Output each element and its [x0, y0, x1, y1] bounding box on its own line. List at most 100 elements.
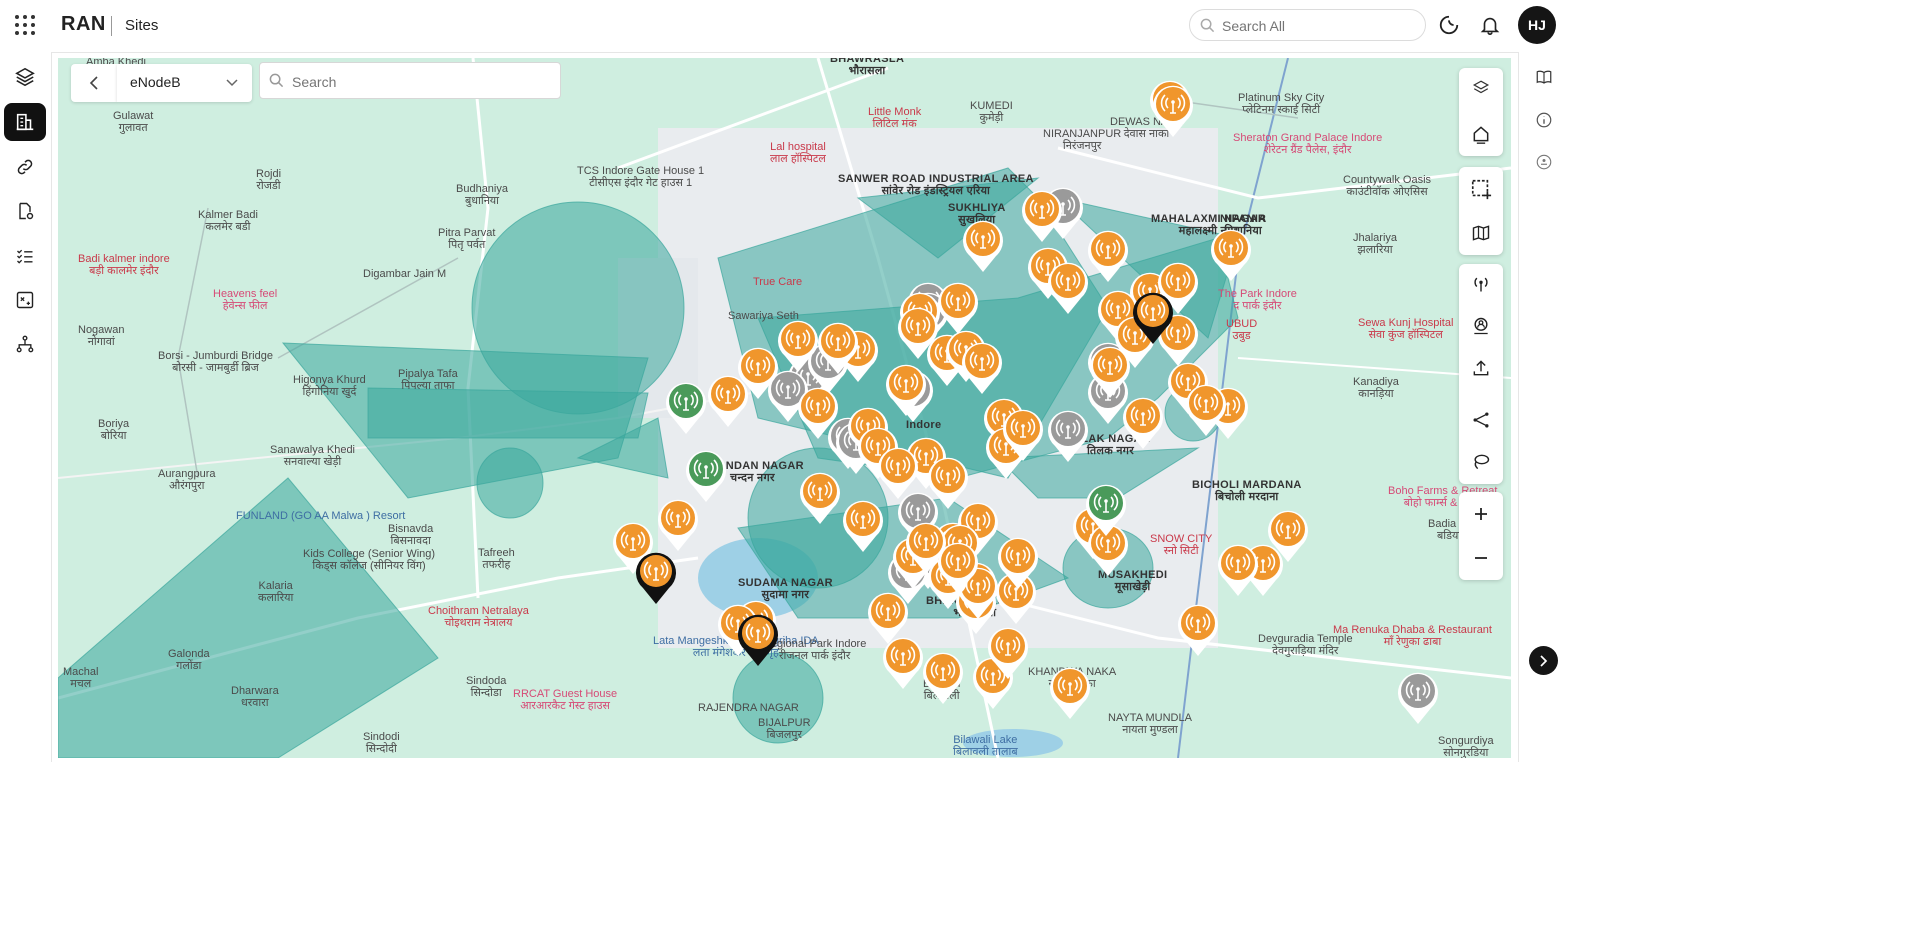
site-pin[interactable] — [1215, 540, 1261, 598]
theme-toggle-icon[interactable] — [1438, 14, 1460, 36]
site-pin[interactable] — [1019, 186, 1065, 244]
site-pin[interactable] — [1087, 342, 1133, 400]
sidebar-item-layers[interactable] — [4, 58, 46, 96]
map-search-input[interactable] — [290, 71, 544, 93]
map-search[interactable] — [259, 62, 561, 99]
site-pin[interactable] — [960, 216, 1006, 274]
sidebar-item-links[interactable] — [4, 148, 46, 186]
back-button[interactable] — [71, 64, 117, 102]
sidebar-item-topology[interactable] — [4, 325, 46, 363]
site-pin[interactable] — [1175, 600, 1221, 658]
site-pin[interactable] — [920, 648, 966, 706]
rail-signal-button[interactable] — [1530, 148, 1558, 176]
site-pin-selected[interactable] — [735, 610, 781, 668]
place-name: SANWER ROAD INDUSTRIAL AREA — [838, 173, 1034, 185]
user-avatar[interactable]: HJ — [1518, 6, 1556, 44]
site-pin[interactable] — [1120, 393, 1166, 451]
map-place-label: True Care — [753, 276, 802, 288]
map-place-label: Bilawali Lake बिलावली तालाब — [953, 734, 1018, 758]
layers-tool[interactable] — [1459, 68, 1503, 108]
route-tool[interactable] — [1459, 400, 1503, 440]
place-name-local: बिसनावदा — [390, 535, 431, 547]
place-name: KUMEDI — [970, 100, 1013, 112]
zoom-out-button[interactable] — [1459, 538, 1503, 578]
place-name: Platinum Sky City — [1238, 92, 1325, 104]
user-location-tool[interactable] — [1459, 306, 1503, 346]
place-name-local: गलोंडा — [176, 660, 202, 672]
zoom-in-button[interactable] — [1459, 494, 1503, 534]
site-pin[interactable] — [875, 443, 921, 501]
place-name: Machal — [63, 666, 99, 678]
site-pin[interactable] — [815, 318, 861, 376]
antenna-tool[interactable] — [1459, 264, 1503, 304]
site-pin-inactive[interactable] — [1395, 668, 1441, 726]
site-pin[interactable] — [1085, 226, 1131, 284]
site-pin[interactable] — [795, 383, 841, 441]
route-icon — [1473, 412, 1489, 428]
sidebar-item-tasks[interactable] — [4, 237, 46, 275]
page-title: Sites — [125, 17, 159, 34]
map-canvas[interactable]: Amba Khedi BHAWRASLA भौरासला Gulawat गुलावत R… — [58, 58, 1511, 758]
global-search[interactable] — [1189, 9, 1426, 41]
place-name-local: नायता मुण्डला — [1122, 724, 1178, 736]
sidebar-item-sites[interactable] — [4, 103, 46, 141]
place-name: Kids College (Senior Wing) — [303, 548, 436, 560]
app-grid-icon[interactable] — [14, 14, 36, 36]
sidebar-item-documents[interactable] — [4, 192, 46, 230]
place-name: Badi kalmer indore — [78, 253, 170, 265]
place-name-local: सनवाल्या खेड़ी — [283, 456, 342, 468]
site-pin[interactable] — [995, 533, 1041, 591]
place-name: Songurdiya — [1438, 735, 1494, 747]
minus-icon — [1475, 557, 1487, 559]
site-pin[interactable] — [1047, 663, 1093, 721]
site-pin[interactable] — [1045, 258, 1091, 316]
site-pin[interactable] — [959, 338, 1005, 396]
place-name: Pipalya Tafa — [398, 368, 458, 380]
map-place-label: RRCAT Guest House आरआरकैट गेस्ट हाउस — [513, 688, 617, 712]
site-pin[interactable] — [840, 496, 886, 554]
notification-bell-icon[interactable] — [1479, 14, 1501, 36]
zoom-toolbar — [1459, 492, 1503, 580]
site-pin[interactable] — [1000, 405, 1046, 463]
rail-info-button[interactable] — [1530, 106, 1558, 134]
upload-tool[interactable] — [1459, 348, 1503, 388]
map-view-tool[interactable] — [1459, 213, 1503, 253]
map-place-label: Pitra Parvat पितृ पर्वत — [438, 227, 495, 251]
layer-type-value: eNodeB — [130, 74, 181, 90]
place-name-local: माँ रेणुका ढाबा — [1383, 636, 1442, 648]
site-pin[interactable] — [1150, 81, 1196, 139]
site-pin[interactable] — [797, 468, 843, 526]
lasso-tool[interactable] — [1459, 442, 1503, 482]
layer-type-select[interactable]: eNodeB — [117, 64, 252, 102]
site-pin[interactable] — [775, 316, 821, 374]
place-name: The Park Indore — [1218, 288, 1297, 300]
map-place-label: Heavens feel हेवेन्स फील — [213, 288, 277, 312]
site-pin[interactable] — [1183, 380, 1229, 438]
map-place-label: Little Monk लिटिल मंक — [868, 106, 921, 130]
site-pin-active[interactable] — [663, 378, 709, 436]
map-place-label: SANWER ROAD INDUSTRIAL AREA सांवेर रोड इं… — [838, 173, 1034, 197]
place-name: NIPANIA — [1220, 213, 1267, 225]
place-name-local: पितृ पर्वत — [448, 239, 486, 251]
place-name: Sheraton Grand Palace Indore — [1233, 132, 1383, 144]
site-pin[interactable] — [1208, 225, 1254, 283]
sidebar-item-reports[interactable] — [4, 281, 46, 319]
site-pin[interactable] — [865, 588, 911, 646]
map-place-label: Sanawalya Khedi सनवाल्या खेड़ी — [270, 444, 355, 468]
site-pin-selected[interactable] — [633, 548, 679, 606]
global-search-input[interactable] — [1220, 14, 1419, 38]
box-select-tool[interactable] — [1459, 169, 1503, 209]
home-tool[interactable] — [1459, 114, 1503, 154]
place-name-local: मचल — [70, 678, 92, 690]
place-name-local: उबुड — [1232, 330, 1251, 342]
site-pin[interactable] — [935, 538, 981, 596]
map-place-label: SNOW CITY स्नो सिटी — [1150, 533, 1212, 557]
site-pin-selected[interactable] — [1130, 288, 1176, 346]
site-pin[interactable] — [705, 371, 751, 429]
site-pin-active[interactable] — [683, 446, 729, 504]
rail-guide-button[interactable] — [1530, 63, 1558, 91]
site-pin-active[interactable] — [1083, 480, 1129, 538]
place-name: Little Monk — [868, 106, 922, 118]
site-pin[interactable] — [985, 623, 1031, 681]
expand-panel-button[interactable] — [1529, 646, 1558, 675]
